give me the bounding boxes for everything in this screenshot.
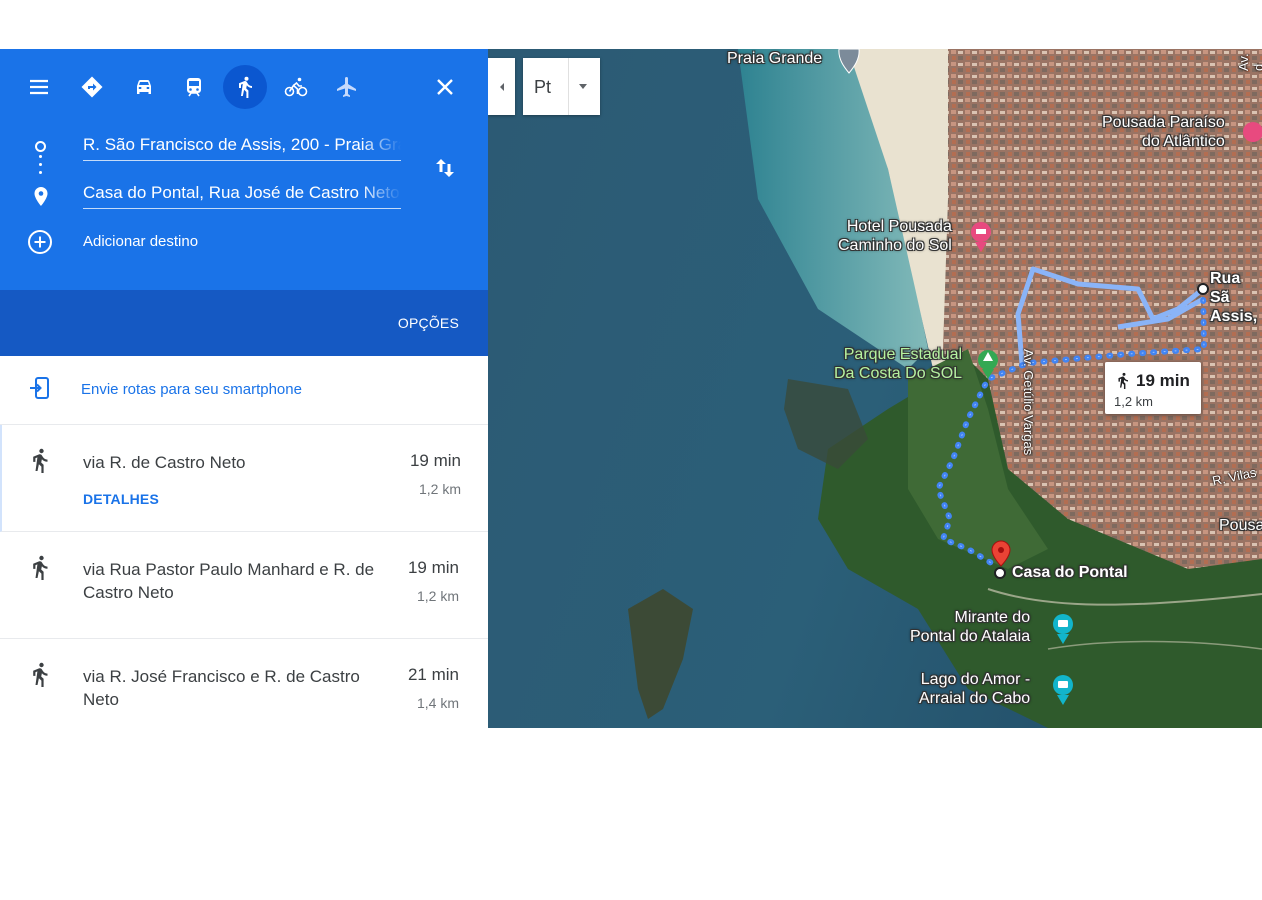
add-destination-link[interactable]: Adicionar destino bbox=[83, 233, 198, 250]
airplane-icon bbox=[337, 77, 356, 97]
language-layer-button[interactable]: Pt bbox=[523, 58, 600, 115]
chevron-down-icon bbox=[579, 84, 587, 89]
map-label-lago-do-amor[interactable]: Lago do Amor - Arraial do Cabo bbox=[919, 670, 1030, 708]
route-via: via R. de Castro Neto bbox=[83, 453, 246, 472]
walking-icon bbox=[33, 555, 48, 580]
layer-button-label: Pt bbox=[534, 77, 552, 97]
chevron-left-icon bbox=[499, 82, 504, 91]
destination-input-value: Casa do Pontal, Rua José de Castro Neto bbox=[83, 183, 400, 202]
map-label-mirante[interactable]: Mirante do Pontal do Atalaia bbox=[910, 608, 1030, 646]
label-line: do Atlântico bbox=[1142, 133, 1225, 150]
walking-icon bbox=[33, 662, 48, 687]
route-duration: 21 min bbox=[407, 665, 459, 684]
destination-input[interactable]: Casa do Pontal, Rua José de Castro Neto bbox=[83, 178, 401, 209]
map-label-hotel-pousada[interactable]: Hotel Pousada Caminho do Sol bbox=[838, 217, 952, 255]
send-to-phone-row[interactable]: Envie rotas para seu smartphone bbox=[0, 356, 488, 425]
mode-transit-button[interactable] bbox=[172, 65, 216, 109]
route-distance: 1,4 km bbox=[416, 695, 459, 711]
route-duration-tag[interactable]: 19 min 1,2 km bbox=[1105, 362, 1201, 414]
close-icon bbox=[437, 79, 453, 95]
swap-origin-destination-icon[interactable] bbox=[430, 153, 460, 183]
label-line: Assis, bbox=[1210, 308, 1258, 325]
label-line: Pontal do Atalaia bbox=[910, 628, 1031, 645]
route-option[interactable]: via R. José Francisco e R. de Castro Net… bbox=[0, 639, 488, 728]
walking-icon bbox=[239, 76, 252, 98]
add-destination-icon[interactable] bbox=[27, 229, 53, 255]
label-line: Lago do Amor - bbox=[920, 671, 1031, 688]
route-via: via R. José Francisco e R. de Castro Net… bbox=[83, 667, 360, 709]
label-line: Parque Estadual bbox=[843, 346, 963, 363]
mode-bicycle-button[interactable] bbox=[274, 65, 318, 109]
origin-input-value: R. São Francisco de Assis, 200 - Praia G… bbox=[83, 135, 401, 154]
label-line: Mirante do bbox=[954, 609, 1031, 626]
map-label-pousa[interactable]: Pousa bbox=[1219, 516, 1262, 535]
options-button[interactable]: OPÇÕES bbox=[398, 315, 459, 331]
route-distance: 1,2 km bbox=[416, 588, 459, 604]
map-label-praia-grande[interactable]: Praia Grande bbox=[727, 49, 822, 68]
route-dots-icon bbox=[39, 155, 42, 185]
directions-diamond-icon bbox=[81, 76, 103, 98]
send-to-phone-label: Envie rotas para seu smartphone bbox=[81, 381, 302, 398]
route-via: via Rua Pastor Paulo Manhard e R. de Cas… bbox=[83, 560, 375, 602]
label-line: Da Costa Do SOL bbox=[834, 365, 963, 382]
map-label-casa-do-pontal[interactable]: Casa do Pontal bbox=[1012, 563, 1128, 582]
route-details-button[interactable]: DETALHES bbox=[83, 491, 159, 507]
car-icon bbox=[137, 80, 151, 94]
map-label-rua-origin[interactable]: Rua Sã Assis, bbox=[1210, 269, 1262, 326]
destination-pin-icon bbox=[34, 187, 48, 206]
route-tag-duration: 19 min bbox=[1136, 371, 1190, 390]
train-icon bbox=[187, 78, 201, 97]
map-label-parque-estadual[interactable]: Parque Estadual Da Costa Do SOL bbox=[834, 345, 962, 383]
directions-panel: R. São Francisco de Assis, 200 - Praia G… bbox=[0, 49, 488, 728]
travel-mode-bar bbox=[0, 65, 488, 113]
collapse-panel-button[interactable] bbox=[488, 58, 515, 115]
layer-button-divider bbox=[568, 58, 569, 115]
label-line: Pousada Paraíso bbox=[1102, 114, 1225, 131]
map-view[interactable]: Pt Praia Grande Pousada Paraíso do Atlân… bbox=[488, 49, 1262, 728]
route-tag-distance: 1,2 km bbox=[1114, 394, 1154, 409]
label-line: Hotel Pousada bbox=[846, 218, 952, 235]
origin-marker-icon bbox=[35, 141, 46, 152]
hamburger-menu-icon bbox=[30, 79, 48, 95]
destination-fade bbox=[361, 178, 401, 208]
bicycle-icon bbox=[284, 77, 308, 97]
route-distance: 1,2 km bbox=[418, 481, 461, 497]
route-duration: 19 min bbox=[407, 558, 459, 577]
google-maps-app: R. São Francisco de Assis, 200 - Praia G… bbox=[0, 49, 1262, 728]
route-option[interactable]: via Rua Pastor Paulo Manhard e R. de Cas… bbox=[0, 532, 488, 639]
mode-flight-button[interactable] bbox=[325, 65, 369, 109]
label-line: Caminho do Sol bbox=[838, 237, 952, 254]
label-line: Rua Sã bbox=[1210, 270, 1241, 306]
origin-fade bbox=[361, 130, 401, 160]
map-label-pousada-paraiso[interactable]: Pousada Paraíso do Atlântico bbox=[1102, 113, 1225, 151]
mode-directions-button[interactable] bbox=[70, 65, 114, 109]
walking-icon bbox=[1118, 372, 1128, 389]
label-line: Arraial do Cabo bbox=[919, 690, 1031, 707]
close-directions-button[interactable] bbox=[423, 65, 467, 109]
walking-icon bbox=[33, 448, 48, 473]
send-to-phone-icon bbox=[30, 377, 49, 399]
menu-button[interactable] bbox=[17, 65, 61, 109]
mode-walking-button[interactable] bbox=[223, 65, 267, 109]
mode-car-button[interactable] bbox=[122, 65, 166, 109]
map-street-av-d: Av. d bbox=[1236, 53, 1262, 71]
options-bar: OPÇÕES bbox=[0, 290, 488, 356]
map-street-av-getulio: Av. Getúlio Vargas bbox=[1021, 349, 1036, 456]
route-option[interactable]: via R. de Castro Neto 19 min 1,2 km DETA… bbox=[0, 425, 488, 532]
directions-header: R. São Francisco de Assis, 200 - Praia G… bbox=[0, 49, 488, 290]
origin-input[interactable]: R. São Francisco de Assis, 200 - Praia G… bbox=[83, 130, 401, 161]
route-duration: 19 min bbox=[409, 451, 461, 470]
